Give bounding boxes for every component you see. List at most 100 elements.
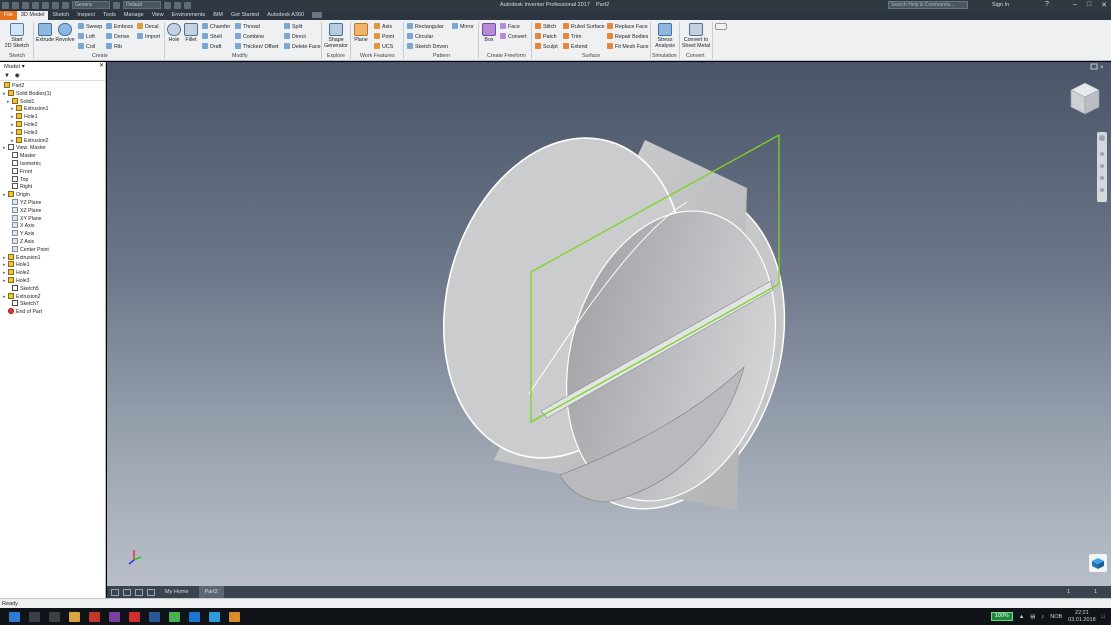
revolve-button[interactable]: Revolve (55, 23, 75, 43)
derive-button[interactable]: Derive (106, 33, 129, 40)
tab-bim[interactable]: BIM (209, 11, 227, 20)
tab-file[interactable]: File (0, 11, 17, 20)
appearance-combo[interactable]: Default (123, 1, 161, 9)
redo-icon[interactable] (42, 1, 49, 9)
onenote-icon[interactable] (109, 611, 120, 622)
fx-icon[interactable] (184, 1, 191, 9)
repair-bodies-button[interactable]: Repair Bodies (607, 33, 648, 40)
browser-title[interactable]: Model (4, 64, 20, 70)
fillet-button[interactable]: Fillet (183, 23, 199, 43)
arrange-icon[interactable] (135, 588, 143, 596)
extend-button[interactable]: Extend (563, 43, 588, 50)
expand-icon[interactable]: ▸ (11, 113, 14, 121)
tree-node[interactable]: ▸ Hole1 (11, 113, 38, 121)
box-freeform-button[interactable]: Box (481, 23, 497, 43)
tree-node[interactable]: ▸ Hole3 (11, 128, 38, 137)
tree-node[interactable]: Top (12, 175, 28, 184)
word-icon[interactable] (149, 611, 160, 622)
trim-button[interactable]: Trim (563, 33, 581, 40)
rectangular-pattern-button[interactable]: Rectangular (407, 23, 444, 30)
split-button[interactable]: Split (284, 23, 302, 30)
expand-icon[interactable]: ▸ (3, 144, 6, 152)
rib-button[interactable]: Rib (106, 43, 122, 50)
tree-node[interactable]: Sketch5 (12, 284, 39, 293)
coil-button[interactable]: Coil (78, 43, 95, 50)
expand-icon[interactable]: ▸ (3, 277, 6, 285)
sweep-button[interactable]: Sweep (78, 23, 102, 30)
expand-icon[interactable]: ▸ (3, 254, 6, 262)
shell-button[interactable]: Shell (202, 33, 222, 40)
tree-node[interactable]: XY Plane (12, 214, 42, 223)
viewcube-icon[interactable] (1070, 82, 1100, 115)
tray-up-icon[interactable]: ▲ (1019, 614, 1024, 620)
search-input[interactable]: Search Help & Commands... (888, 1, 968, 9)
thicken-offset-button[interactable]: Thicken/ Offset (235, 43, 279, 50)
extrude-button[interactable]: Extrude (35, 23, 55, 43)
import-button[interactable]: Import (137, 33, 160, 40)
save-icon[interactable] (22, 1, 29, 9)
appearance-cube-icon[interactable] (1089, 554, 1107, 572)
tree-node[interactable]: ▸ Hole1 (3, 261, 30, 269)
circular-pattern-button[interactable]: Circular (407, 33, 433, 40)
language-indicator[interactable]: NOB (1050, 614, 1062, 620)
file-explorer-icon[interactable] (69, 611, 80, 622)
expand-icon[interactable]: ▸ (3, 269, 6, 277)
expand-icon[interactable]: ▸ (3, 261, 6, 269)
fit-mesh-face-button[interactable]: Fit Mesh Face (607, 43, 649, 50)
graphics-window[interactable]: × (107, 62, 1111, 586)
tree-node[interactable]: Isometric (12, 160, 41, 168)
tab-manage[interactable]: Manage (120, 11, 148, 20)
ribbon-dropdown-icon[interactable] (715, 23, 727, 30)
expand-icon[interactable]: ▸ (11, 121, 14, 129)
material-combo[interactable]: Generic (72, 1, 110, 9)
signin-link[interactable]: Sign In (992, 2, 1009, 8)
store-icon[interactable] (209, 611, 220, 622)
decal-button[interactable]: Decal (137, 23, 159, 30)
chamfer-button[interactable]: Chamfer (202, 23, 230, 30)
pan-icon[interactable] (1100, 152, 1104, 156)
tree-node[interactable]: End of Part (8, 308, 42, 316)
sketch-driven-pattern-button[interactable]: Sketch Driven (407, 43, 448, 50)
ribbon-options-icon[interactable] (312, 12, 322, 18)
patch-button[interactable]: Patch (535, 33, 557, 40)
app-icon[interactable] (169, 611, 180, 622)
expand-icon[interactable]: ▸ (3, 90, 6, 98)
hole-button[interactable]: Hole (166, 23, 182, 43)
tree-node[interactable]: ▸ Origin (3, 191, 30, 199)
opera-icon[interactable] (129, 611, 140, 622)
network-icon[interactable]: ▤ (1030, 614, 1035, 620)
tree-node[interactable]: Y Axis (12, 230, 34, 238)
delete-face-button[interactable]: Delete Face (284, 43, 321, 50)
orbit-icon[interactable] (1100, 176, 1104, 180)
update-icon[interactable] (62, 1, 69, 9)
filter-icon[interactable]: ▼ (4, 73, 10, 79)
freeform-convert-button[interactable]: Convert (500, 33, 527, 40)
tree-node[interactable]: Sketch7 (12, 300, 39, 308)
find-icon[interactable]: ◉ (15, 73, 20, 79)
replace-face-button[interactable]: Replace Face (607, 23, 648, 30)
combine-button[interactable]: Combine (235, 33, 264, 40)
tab-my-home[interactable]: My Home (159, 586, 195, 598)
tree-node[interactable]: Right (12, 183, 32, 191)
plane-button[interactable]: Plane (352, 23, 370, 43)
list-icon[interactable] (147, 588, 155, 596)
zoom-icon[interactable] (1100, 164, 1104, 168)
tree-node[interactable]: X Axis (12, 222, 34, 230)
undo-icon[interactable] (32, 1, 39, 9)
tree-node[interactable]: Z Axis (12, 238, 34, 246)
tab-part2[interactable]: Part2 (198, 586, 224, 598)
start-2d-sketch-button[interactable]: Start 2D Sketch (4, 23, 30, 49)
tree-node[interactable]: YZ Plane (12, 199, 41, 207)
acrobat-icon[interactable] (89, 611, 100, 622)
direct-button[interactable]: Direct (284, 33, 306, 40)
tree-node[interactable]: XZ Plane (12, 206, 41, 215)
tree-node[interactable]: ▸ Extrusion2 (3, 292, 41, 301)
tab-get-started[interactable]: Get Started (227, 11, 263, 20)
expand-icon[interactable]: ▸ (11, 105, 14, 113)
restore-icon[interactable] (1090, 63, 1098, 70)
point-button[interactable]: Point (374, 33, 394, 40)
tab-a360[interactable]: Autodesk A360 (263, 11, 308, 20)
volume-icon[interactable]: ♪ (1041, 614, 1044, 620)
battery-indicator[interactable]: 100% (990, 612, 1013, 621)
maximize-icon[interactable]: □ (1087, 1, 1091, 9)
